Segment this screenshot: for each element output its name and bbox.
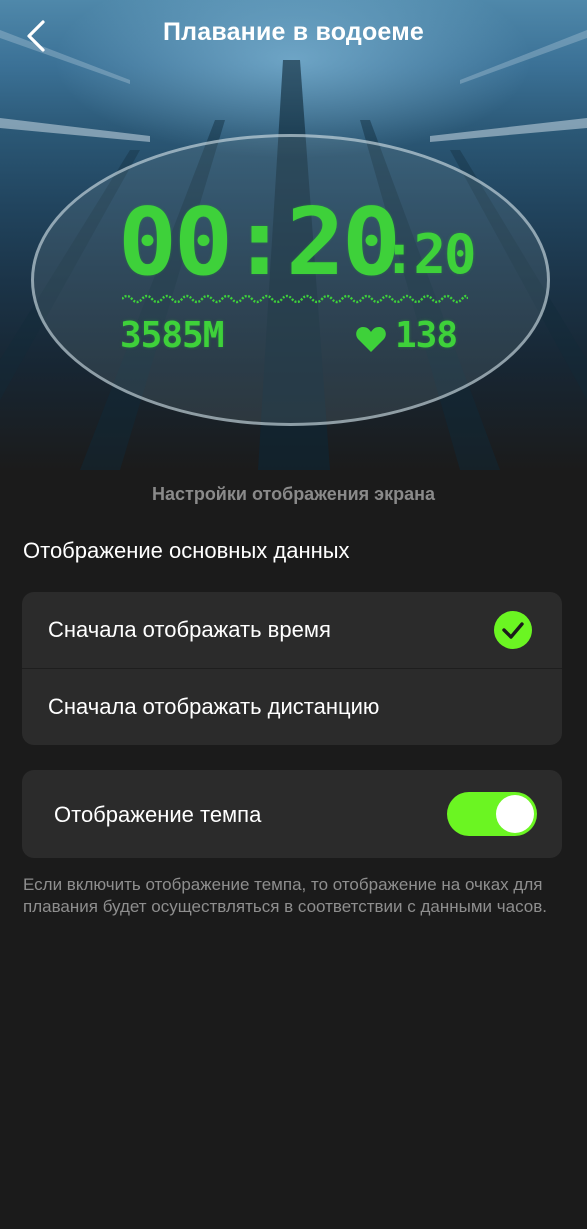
pace-hint-text: Если включить отображение темпа, то отоб… [23, 875, 547, 916]
pace-display-label: Отображение темпа [54, 802, 262, 827]
preview-time-main: 00:20 [118, 188, 401, 297]
option-label: Сначала отображать время [48, 617, 331, 642]
pace-display-card: Отображение темпа [22, 770, 562, 858]
pool-preview-image: Плавание в водоеме 00:20 :20 3585M 138 [0, 0, 587, 470]
option-time-first[interactable]: Сначала отображать время [22, 592, 562, 668]
pace-display-toggle[interactable] [447, 792, 537, 836]
wave-divider-icon [122, 294, 468, 304]
preview-distance: 3585M [120, 315, 224, 356]
toggle-knob [496, 795, 534, 833]
page-title: Плавание в водоеме [162, 18, 425, 46]
option-distance-first[interactable]: Сначала отображать дистанцию [22, 669, 562, 745]
heart-icon [356, 327, 386, 352]
section-caption: Настройки отображения экрана [151, 484, 436, 504]
preview-time-seconds: :20 [383, 223, 477, 286]
group-title: Отображение основных данных [23, 538, 350, 563]
preview-heart-rate: 138 [395, 315, 458, 356]
option-label: Сначала отображать дистанцию [48, 694, 380, 719]
checkmark-icon [494, 611, 532, 649]
display-order-options-card: Сначала отображать время Сначала отображ… [22, 592, 562, 745]
